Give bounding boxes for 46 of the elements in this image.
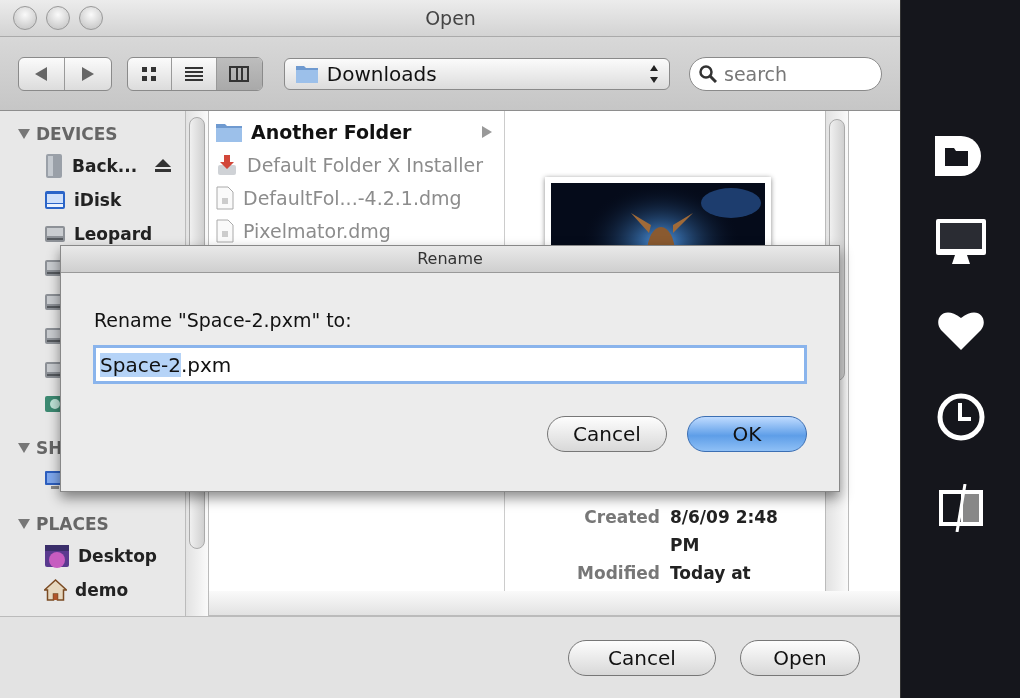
column-view-button[interactable] (217, 57, 262, 90)
info-value: 8/6/09 2:48 PM (670, 506, 779, 557)
sidebar-item[interactable]: Back... (72, 156, 138, 176)
info-label: Modified (576, 562, 660, 585)
sidebar-item[interactable]: Desktop (78, 546, 158, 566)
disclosure-triangle-icon[interactable] (18, 129, 30, 139)
name-field[interactable]: Space-2.pxm (93, 345, 807, 384)
section-heading: PLACES (36, 514, 109, 534)
ok-button[interactable]: OK (687, 416, 807, 452)
section-heading: DEVICES (36, 124, 118, 144)
up-down-arrows-icon (649, 63, 659, 84)
document-icon (215, 185, 235, 210)
cancel-button[interactable]: Cancel (568, 639, 716, 676)
left-triangle-icon (35, 66, 48, 81)
sidebar-item[interactable]: iDisk (74, 190, 122, 210)
info-label: Created (583, 506, 660, 529)
horizontal-scrollbar[interactable] (209, 591, 900, 616)
split-window-icon[interactable] (936, 484, 985, 532)
sidebar-item[interactable]: demo (75, 580, 129, 600)
open-button[interactable]: Open (740, 639, 860, 676)
house-icon (44, 579, 67, 601)
window-title: Open (424, 7, 477, 29)
search-field[interactable]: search (689, 56, 882, 91)
location-popup[interactable]: Downloads (283, 57, 670, 90)
sidebar-item[interactable]: Leopard (74, 224, 153, 244)
rename-prompt: Rename "Space-2.pxm" to: (94, 309, 353, 331)
download-box-icon (215, 152, 239, 177)
document-icon (215, 218, 235, 243)
desktop-icon (44, 544, 70, 568)
search-icon (699, 64, 717, 83)
list-icon (185, 65, 204, 82)
info-value: Today at (670, 562, 752, 585)
disclosure-triangle-icon[interactable] (18, 443, 30, 453)
file-name[interactable]: Another Folder (251, 120, 412, 143)
right-triangle-icon (81, 66, 94, 81)
dialog-title: Rename (417, 249, 483, 268)
disclosure-triangle-icon[interactable] (18, 519, 30, 529)
folder-icon (294, 63, 319, 84)
eject-icon[interactable] (155, 159, 172, 173)
cancel-button[interactable]: Cancel (547, 416, 667, 452)
hard-drive-icon (44, 223, 66, 245)
clock-icon[interactable] (935, 392, 986, 442)
monitor-icon[interactable] (934, 218, 987, 266)
grid-icon (141, 65, 158, 82)
drive-icon (44, 153, 64, 179)
columns-icon (229, 65, 250, 82)
